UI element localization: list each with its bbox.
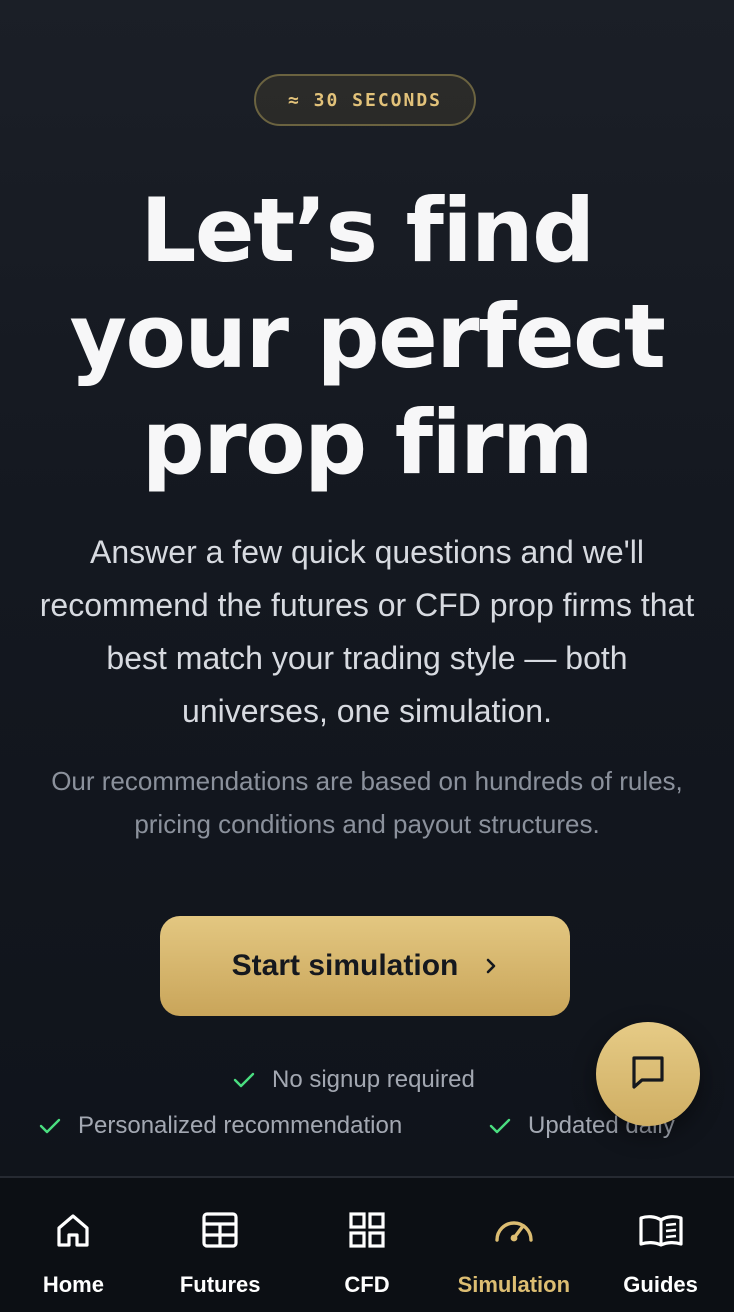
nav-item-guides[interactable]: Guides (587, 1178, 734, 1312)
nav-item-cfd[interactable]: CFD (294, 1178, 441, 1312)
feature-label: Personalized recommendation (78, 1112, 403, 1139)
nav-label: CFD (344, 1272, 390, 1297)
book-icon (637, 1208, 685, 1252)
check-icon (38, 1116, 62, 1136)
feature-personalized: Personalized recommendation (38, 1112, 402, 1140)
feature-no-signup: No signup required (232, 1066, 475, 1094)
lead-paragraph: Answer a few quick questions and we'll r… (39, 534, 695, 729)
check-icon (232, 1070, 256, 1090)
chat-button[interactable] (596, 1022, 700, 1126)
landing-page: ≈ 30 SECONDS Let’s find your perfect pro… (0, 0, 734, 1176)
nav-item-home[interactable]: Home (0, 1178, 147, 1312)
table-icon (200, 1208, 240, 1252)
feature-label: No signup required (272, 1066, 475, 1093)
grid-icon (347, 1208, 387, 1252)
start-simulation-button[interactable]: Start simulation (160, 916, 570, 1016)
nav-item-simulation[interactable]: Simulation (440, 1178, 587, 1312)
title-line-1: Let’s find (140, 179, 595, 282)
chat-bubble-icon (626, 1050, 670, 1099)
sub-paragraph: Our recommendations are based on hundred… (51, 766, 683, 839)
title-line-2: your perfect (69, 285, 666, 388)
title-line-3: prop firm (141, 391, 594, 494)
bottom-navigation: Home Futures CFD Simulation Guides (0, 1176, 734, 1312)
duration-badge: ≈ 30 SECONDS (254, 74, 476, 126)
chevron-right-icon (484, 956, 498, 976)
nav-label: Home (42, 1272, 104, 1297)
speedometer-icon (492, 1208, 536, 1252)
nav-label: Simulation (457, 1272, 571, 1297)
nav-label: Guides (623, 1272, 698, 1297)
check-icon (488, 1116, 512, 1136)
nav-label: Futures (179, 1272, 261, 1297)
nav-item-futures[interactable]: Futures (147, 1178, 294, 1312)
home-icon (53, 1208, 93, 1252)
start-simulation-label: Start simulation (231, 949, 459, 982)
page-title: Let’s find your perfect prop firm (0, 178, 734, 496)
